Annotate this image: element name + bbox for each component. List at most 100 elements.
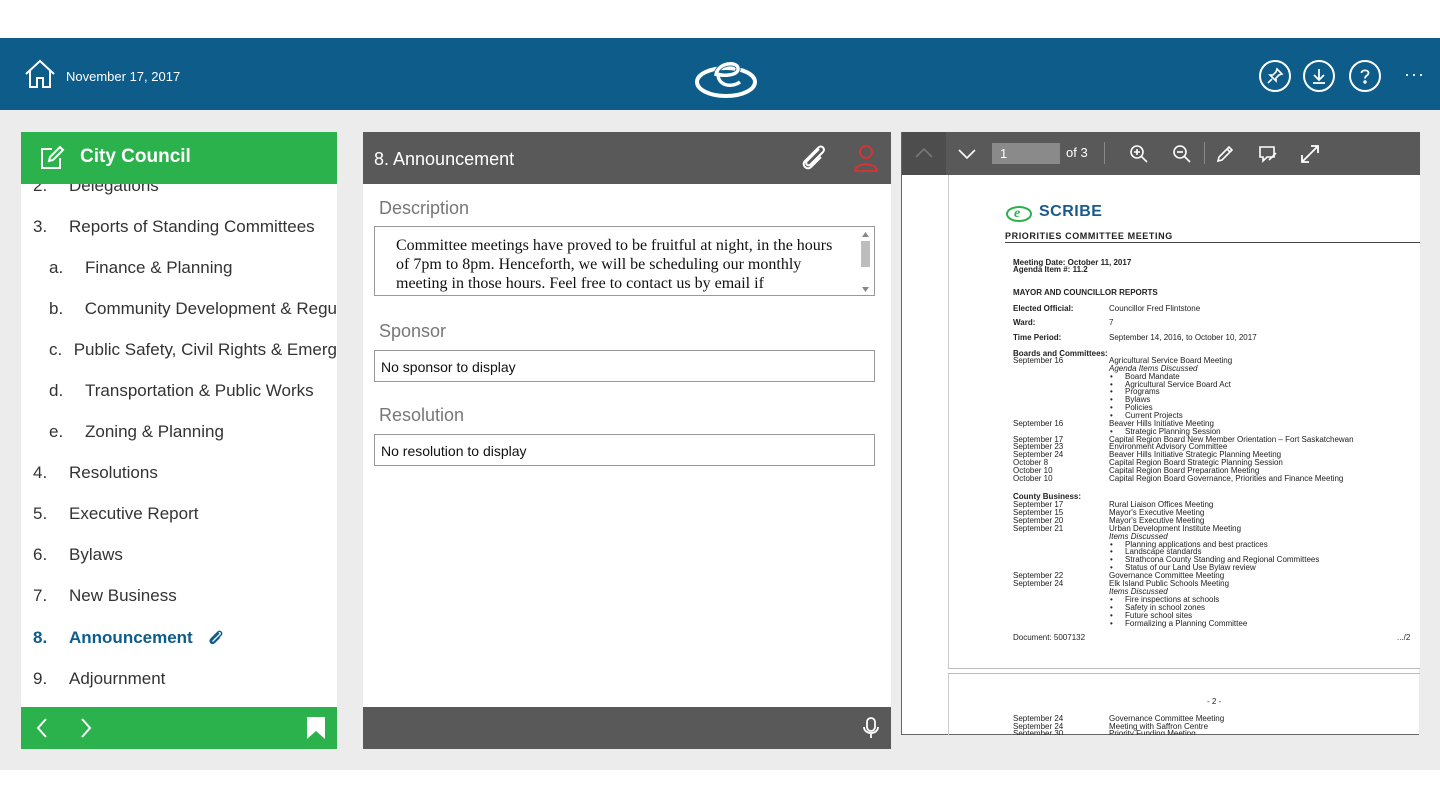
pdf-viewer: 1 of 3 e SCRIBE PRIORITIES COMMITTEE MEE… [901,132,1420,735]
item-label: Community Development & Regu [84,298,337,318]
description-box[interactable]: Committee meetings have proved to be fru… [374,226,875,296]
resolution-field[interactable]: No resolution to display [374,434,875,466]
agenda-item-community[interactable]: b. Community Development & Regu [21,288,337,329]
toolbar-divider [1204,142,1205,164]
item-number: 8. [33,627,48,647]
more-options-icon[interactable]: ··· [1404,64,1425,85]
doc-agenda-item: Agenda Item #: 11.2 [1013,265,1088,274]
attachment-icon [209,630,223,644]
workspace: City Council 2. Delegations 3. Reports of … [0,110,1440,770]
scroll-up-icon[interactable] [861,231,870,238]
chevron-right-icon[interactable] [73,716,97,740]
item-label: Finance & Planning [85,257,233,277]
agenda-item-zoning[interactable]: e. Zoning & Planning [21,412,337,453]
page-number-input[interactable]: 1 [992,143,1060,164]
doc-row-text: Capital Region Board Governance, Priorit… [1109,473,1344,483]
item-number: 7. [33,586,48,606]
doc-row-date: September 16 [1013,418,1064,428]
doc-section-heading: MAYOR AND COUNCILLOR REPORTS [1013,288,1158,297]
agenda-item-finance[interactable]: a. Finance & Planning [21,247,337,288]
description-scrollbar[interactable] [860,231,870,293]
doc-bullet-item: Formalizing a Planning Committee [1110,619,1247,628]
pdf-toolbar: 1 of 3 [902,132,1420,175]
agenda-item-reports[interactable]: 3. Reports of Standing Committees [21,206,337,247]
item-number: d. [49,381,64,401]
doc-ward-label: Ward: [1013,318,1036,327]
item-number: a. [49,257,64,277]
doc-row-date: September 16 [1013,356,1064,365]
doc-row-date: October 10 [1013,473,1053,483]
microphone-icon[interactable] [860,716,882,740]
doc-title: PRIORITIES COMMITTEE MEETING [1005,231,1173,241]
fullscreen-icon[interactable] [1299,143,1321,165]
pin-icon [1267,67,1284,84]
agenda-item-resolutions[interactable]: 4. Resolutions [21,453,337,494]
item-label: Reports of Standing Committees [69,216,315,236]
prev-page-button[interactable] [902,132,946,175]
doc-page2-number: - 2 - [1207,697,1222,706]
pdf-page-2[interactable]: - 2 - September 24 Governance Committee M… [948,673,1420,735]
doc-row-date: September 21 [1013,523,1064,533]
agenda-item-executive-report[interactable]: 5. Executive Report [21,494,337,535]
edit-icon[interactable] [39,145,65,171]
item-label: Zoning & Planning [85,422,224,442]
agenda-item-announcement[interactable]: 8. Announcement [21,617,337,658]
item-label: Announcement [69,627,193,647]
item-label: Executive Report [69,504,199,524]
item-title: 8. Announcement [374,149,515,169]
sponsor-field[interactable]: No sponsor to display [374,350,875,382]
scrollbar-thumb[interactable] [861,241,870,267]
comment-icon[interactable] [1257,143,1279,165]
agenda-header: City Council [21,132,337,184]
item-number: 4. [33,463,48,483]
chevron-left-icon[interactable] [31,716,55,740]
doc-elected-label: Elected Official: [1013,304,1074,313]
item-label: Delegations [69,184,159,195]
pen-icon[interactable] [1214,143,1236,165]
agenda-item-adjournment[interactable]: 9. Adjournment [21,658,337,699]
user-icon[interactable] [852,143,880,173]
agenda-item-new-business[interactable]: 7. New Business [21,576,337,617]
item-label: Resolutions [69,463,158,483]
doc-period-label: Time Period: [1013,333,1062,342]
attachment-icon[interactable] [799,143,829,173]
item-number: 6. [33,545,48,565]
item-number: 5. [33,504,48,524]
doc-title-rule [1005,242,1420,243]
doc-ward-value: 7 [1109,318,1114,327]
chevron-down-icon[interactable] [956,143,978,165]
description-label: Description [379,198,470,218]
doc-period-value: September 14, 2016, to October 10, 2017 [1109,333,1257,342]
meeting-date: November 17, 2017 [66,69,181,84]
item-footer [363,707,891,749]
bookmark-icon[interactable] [304,716,328,740]
zoom-in-icon[interactable] [1128,143,1150,165]
agenda-list: 2. Delegations 3. Reports of Standing Comm… [21,184,337,707]
agenda-item-delegations[interactable]: 2. Delegations [21,184,337,206]
item-label: Bylaws [69,545,123,565]
agenda-item-transportation[interactable]: d. Transportation & Public Works [21,370,337,411]
svg-text:e: e [1014,206,1020,221]
home-icon[interactable] [24,59,56,89]
item-number: 3. [33,216,48,236]
toolbar-divider [1104,142,1105,164]
meeting-title: City Council [80,146,191,167]
item-number: b. [49,298,64,318]
item-label: New Business [69,586,177,606]
scroll-down-icon[interactable] [861,286,870,293]
item-number: c. [49,339,63,359]
resolution-label: Resolution [379,405,465,425]
item-number: 2. [33,184,48,195]
agenda-item-public-safety[interactable]: c. Public Safety, Civil Rights & Emerg [21,329,337,370]
doc-logo-text: SCRIBE [1039,203,1103,220]
agenda-panel: City Council 2. Delegations 3. Reports of … [21,132,337,749]
download-button[interactable] [1303,60,1335,92]
description-text: Committee meetings have proved to be fru… [396,237,833,292]
doc-footer-right: .../2 [1397,633,1411,642]
zoom-out-icon[interactable] [1171,143,1193,165]
item-number: 9. [33,668,48,688]
pdf-page-1[interactable]: e SCRIBE PRIORITIES COMMITTEE MEETING Me… [948,175,1420,669]
help-button[interactable] [1349,60,1381,92]
agenda-item-bylaws[interactable]: 6. Bylaws [21,535,337,576]
pin-button[interactable] [1259,60,1291,92]
